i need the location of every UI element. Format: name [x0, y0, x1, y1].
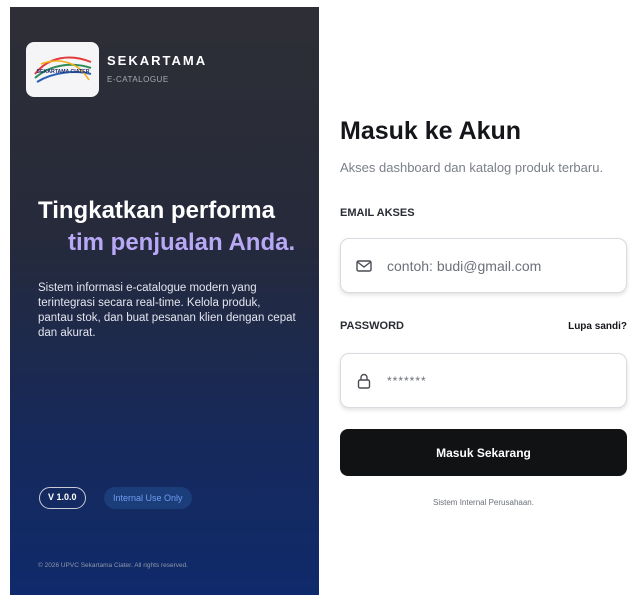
page-subtitle: Akses dashboard dan katalog produk terba…: [340, 160, 604, 175]
hero-description: Sistem informasi e-catalogue modern yang…: [38, 282, 296, 339]
internal-use-badge: Internal Use Only: [104, 487, 192, 509]
hero-heading-line1: Tingkatkan performa: [38, 197, 275, 224]
email-input[interactable]: [387, 257, 617, 274]
password-input[interactable]: [387, 373, 617, 388]
internal-system-note: Sistem Internal Perusahaan.: [433, 498, 534, 507]
password-label: PASSWORD: [340, 320, 404, 332]
lock-icon: [357, 373, 371, 389]
svg-text:SEKARTAMA CIATER: SEKARTAMA CIATER: [36, 69, 89, 75]
brand-name: SEKARTAMA: [107, 53, 208, 68]
email-label: EMAIL AKSES: [340, 207, 415, 219]
email-field-container[interactable]: [340, 238, 627, 293]
hero-heading-line2: tim penjualan Anda.: [68, 229, 296, 256]
login-submit-button[interactable]: Masuk Sekarang: [340, 429, 627, 476]
brand-subtitle: E-CATALOGUE: [107, 75, 169, 84]
brand-panel: SEKARTAMA CIATER SEKARTAMA E-CATALOGUE T…: [10, 7, 319, 595]
logo-swoosh-icon: SEKARTAMA CIATER: [33, 56, 91, 83]
forgot-password-link[interactable]: Lupa sandi?: [568, 321, 627, 332]
version-badge: V 1.0.0: [39, 487, 86, 509]
company-logo: SEKARTAMA CIATER: [26, 42, 99, 97]
password-field-container[interactable]: [340, 353, 627, 408]
mail-icon: [356, 259, 372, 272]
copyright-text: © 2026 UPVC Sekartama Ciater. All rights…: [38, 562, 189, 569]
page-title: Masuk ke Akun: [340, 117, 522, 145]
